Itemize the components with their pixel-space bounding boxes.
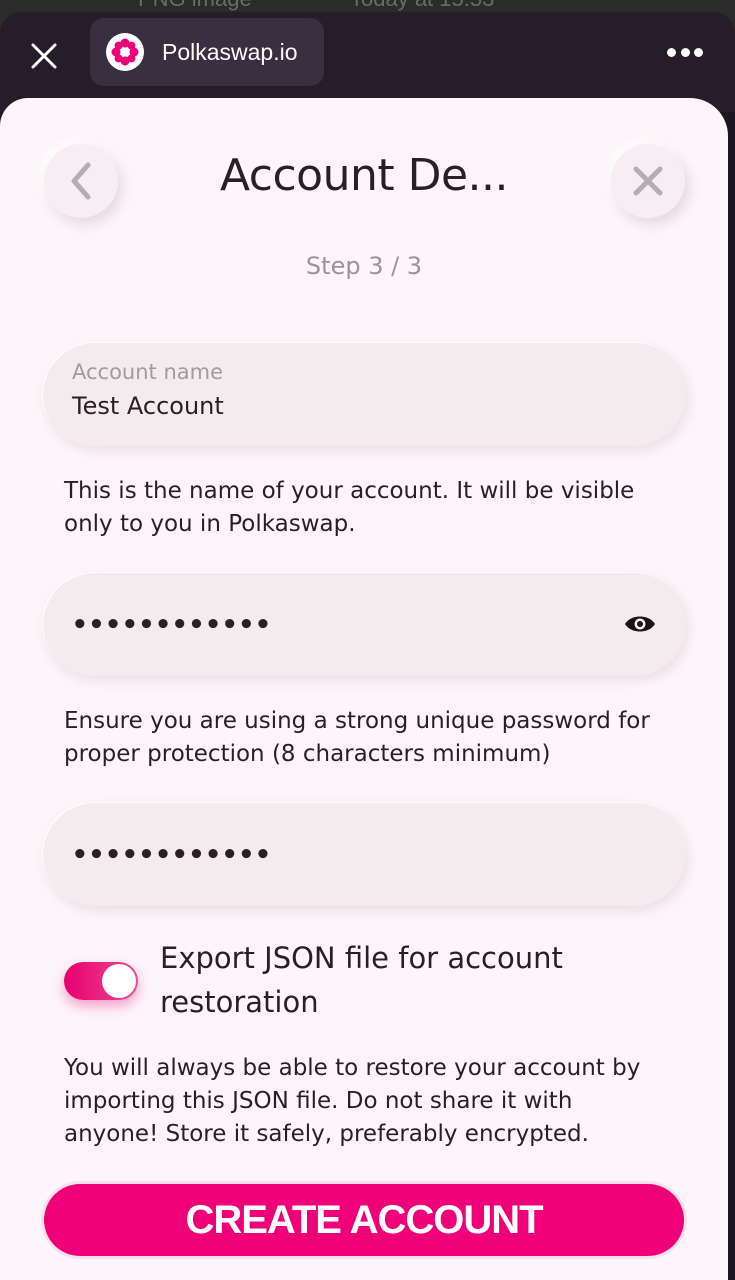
export-json-toggle[interactable] xyxy=(64,962,138,1000)
create-account-button[interactable]: CREATE ACCOUNT xyxy=(44,1184,684,1256)
account-name-value[interactable]: Test Account xyxy=(72,392,224,420)
toggle-knob xyxy=(102,964,136,998)
background-file-name: PNG image xyxy=(138,0,252,12)
dismiss-button[interactable] xyxy=(611,144,685,218)
close-icon xyxy=(633,166,663,196)
export-json-hint: You will always be able to restore your … xyxy=(64,1055,641,1147)
site-address-pill[interactable]: Polkaswap.io xyxy=(90,18,324,86)
eye-icon[interactable] xyxy=(624,610,656,638)
account-name-hint: This is the name of your account. It wil… xyxy=(64,478,635,537)
more-icon[interactable] xyxy=(667,44,703,60)
confirm-password-field[interactable]: •••••••••••• xyxy=(42,802,686,906)
password-hint: Ensure you are using a strong unique pas… xyxy=(64,708,650,767)
close-icon[interactable] xyxy=(24,36,64,76)
confirm-password-value[interactable]: •••••••••••• xyxy=(72,840,272,870)
account-details-sheet: Account De... Step 3 / 3 Account name Te… xyxy=(0,98,728,1280)
step-indicator: Step 3 / 3 xyxy=(305,252,423,280)
polkaswap-logo-icon xyxy=(106,33,144,71)
browser-header: Polkaswap.io xyxy=(0,12,735,112)
export-json-label: Export JSON file for account restoration xyxy=(160,941,563,1019)
account-name-label: Account name xyxy=(72,360,224,384)
account-name-field[interactable]: Account name Test Account xyxy=(42,342,686,446)
background-file-date: Today at 15:53 xyxy=(350,0,494,12)
site-name: Polkaswap.io xyxy=(162,38,298,65)
password-field[interactable]: •••••••••••• xyxy=(42,572,686,676)
password-value[interactable]: •••••••••••• xyxy=(72,610,272,640)
